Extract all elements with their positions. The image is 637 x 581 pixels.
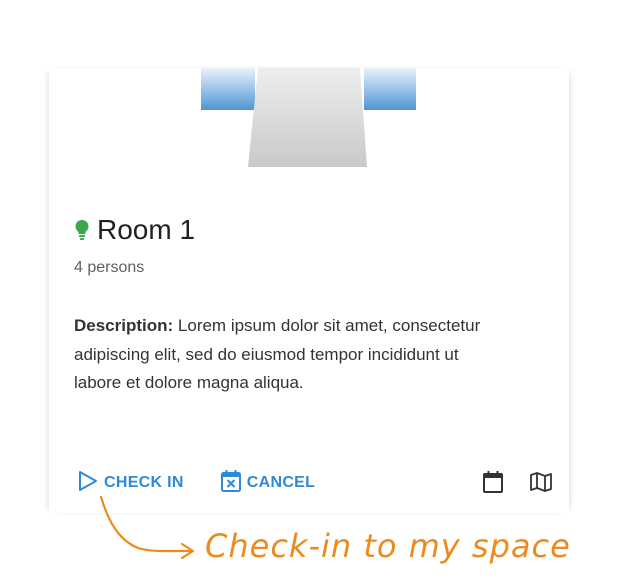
calendar-x-icon	[220, 469, 242, 498]
room-illustration	[201, 68, 416, 167]
annotation-text: Check-in to my space	[205, 527, 571, 565]
window-right	[364, 68, 416, 110]
cancel-button[interactable]: CANCEL	[220, 469, 315, 498]
description-label: Description:	[74, 316, 174, 335]
card-secondary-actions	[457, 468, 553, 498]
calendar-button[interactable]	[482, 470, 504, 497]
room-description: Description: Lorem ipsum dolor sit amet,…	[74, 312, 494, 398]
map-icon	[529, 471, 553, 496]
play-outline-icon	[77, 470, 99, 497]
map-button[interactable]	[529, 471, 553, 496]
floor-shape	[248, 68, 367, 167]
card-actions: CHECK IN CANCEL	[77, 468, 351, 498]
window-left	[201, 68, 255, 110]
check-in-button[interactable]: CHECK IN	[77, 470, 184, 497]
check-in-label: CHECK IN	[104, 474, 184, 491]
cancel-label: CANCEL	[246, 474, 316, 491]
calendar-icon	[482, 470, 504, 497]
room-title: Room 1	[97, 214, 196, 245]
stage: Room 1 4 persons Description: Lorem ipsu…	[0, 0, 637, 581]
room-capacity: 4 persons	[74, 259, 145, 276]
room-card: Room 1 4 persons Description: Lorem ipsu…	[49, 68, 569, 513]
lightbulb-icon	[74, 219, 90, 241]
room-title-row: Room 1	[74, 212, 195, 248]
